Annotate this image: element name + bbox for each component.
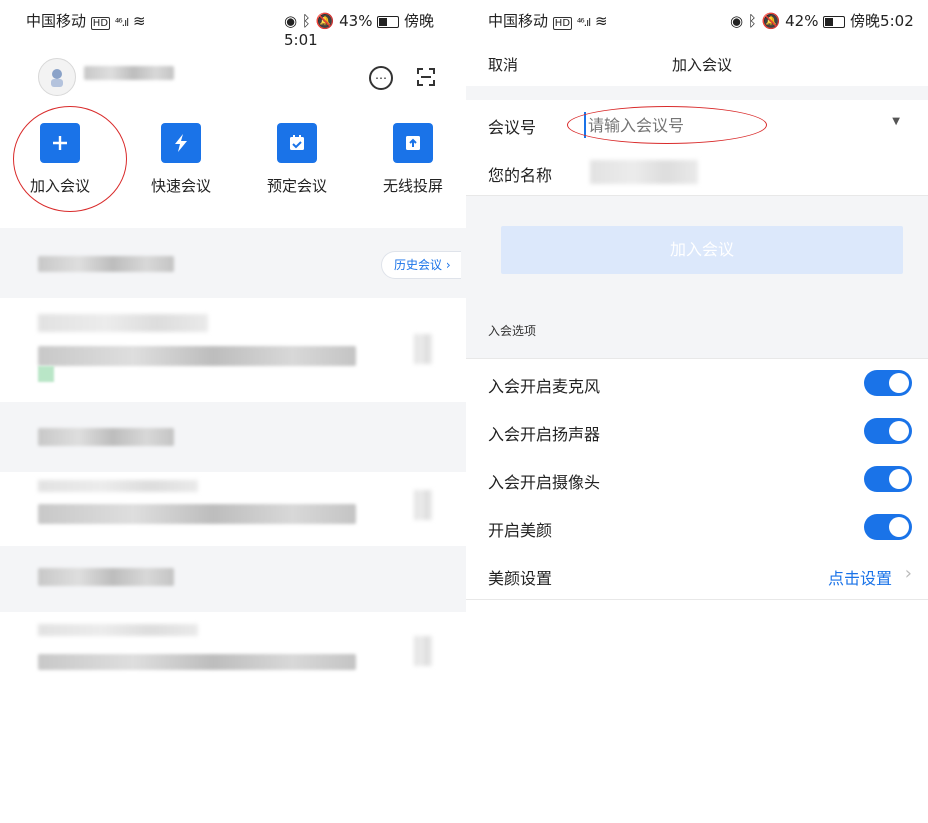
bluetooth-icon: ᛒ [301,12,311,30]
status-bar-right: ◉ ᛒ 🔕 42% 傍晚5:02 [730,10,914,31]
battery-icon [377,15,400,28]
meeting-item-3-icon-blurred [414,636,432,666]
name-value-blurred[interactable] [590,160,698,184]
signal-text: ⁴⁶.ıl [114,16,129,29]
join-meeting-button-label: 加入会议 [669,240,734,259]
eye-icon: ◉ [284,12,298,30]
meeting-id-label: 会议号 [488,118,537,137]
scan-icon[interactable] [416,67,436,87]
join-meeting-screen: 中国移动 HD ⁴⁶.ıl ≋ ◉ ᛒ 🔕 42% 傍晚5:02 取消 加入会议… [466,0,928,823]
beauty-settings-link[interactable]: 点击设置 [828,565,892,589]
clock-text: 傍晚5:02 [850,12,914,30]
signal-text: ⁴⁶.ıl [576,16,591,29]
meeting-item-1-title-blurred [38,314,208,332]
option-microphone: 入会开启麦克风 [466,359,928,408]
page-title: 加入会议 [671,56,732,74]
option-beauty: 开启美颜 [466,503,928,552]
meeting-item-1-detail-blurred [38,346,356,366]
home-screen: 中国移动 HD ⁴⁶.ıl ≋ ◉ ᛒ 🔕 43% 傍晚5:01 ⋯ 加入会议 … [0,0,466,823]
schedule-meeting-label: 预定会议 [266,177,327,195]
eye-icon: ◉ [730,12,744,30]
quick-meeting-action[interactable]: 快速会议 [137,123,225,196]
status-bar-left: 中国移动 HD ⁴⁶.ıl ≋ [488,12,608,30]
history-meetings-label: 历史会议 › [394,258,451,272]
option-beauty-label: 开启美颜 [488,521,553,540]
meeting-group-3-date-blurred [38,568,174,586]
meeting-group-2-date-blurred [38,428,174,446]
dropdown-triangle-icon[interactable]: ▼ [892,116,900,127]
camera-toggle[interactable] [864,466,912,492]
chevron-right-icon: › [904,563,912,584]
name-row: 您的名称 [466,148,928,196]
carrier-text: 中国移动 [488,12,549,30]
option-camera-label: 入会开启摄像头 [488,473,601,492]
wifi-icon: ≋ [133,12,146,30]
status-bar-left: 中国移动 HD ⁴⁶.ıl ≋ [26,12,146,30]
bluetooth-icon: ᛒ [747,12,757,30]
carrier-text: 中国移动 [26,12,87,30]
battery-icon [823,15,846,28]
username-blurred [84,66,174,80]
mute-icon: 🔕 [761,12,781,30]
meeting-item-2-time-blurred [38,480,198,492]
history-meetings-button[interactable]: 历史会议 › [381,251,461,279]
wifi-icon: ≋ [595,12,608,30]
option-speaker: 入会开启扬声器 [466,407,928,456]
annotation-circle-join [13,106,127,212]
status-bar-right: ◉ ᛒ 🔕 43% 傍晚5:01 [284,10,466,49]
annotation-circle-meeting-id [567,106,767,144]
beauty-settings-row[interactable]: 美颜设置 点击设置 › [466,551,928,600]
navigation-bar: 取消 加入会议 [466,44,928,86]
screen-cast-label: 无线投屏 [382,177,443,195]
meeting-item-1-icon-blurred [414,334,432,364]
option-speaker-label: 入会开启扬声器 [488,425,601,444]
join-meeting-button[interactable]: 加入会议 [501,226,903,274]
microphone-toggle[interactable] [864,370,912,396]
meeting-item-2-detail-blurred [38,504,356,524]
option-camera: 入会开启摄像头 [466,455,928,504]
chat-icon[interactable]: ⋯ [369,66,393,90]
beauty-toggle[interactable] [864,514,912,540]
section-gap [466,86,928,100]
meeting-item-3-detail-blurred [38,654,356,670]
meeting-date-blurred [38,256,174,272]
avatar-icon [51,69,63,87]
battery-percent: 42% [785,12,819,30]
options-header: 入会选项 [466,308,928,359]
mute-icon: 🔕 [315,12,335,30]
options-header-label: 入会选项 [488,324,537,338]
calendar-check-icon [277,123,317,163]
speaker-toggle[interactable] [864,418,912,444]
beauty-settings-label: 美颜设置 [488,569,553,588]
screen-cast-action[interactable]: 无线投屏 [369,123,457,196]
lightning-icon [161,123,201,163]
schedule-meeting-action[interactable]: 预定会议 [253,123,341,196]
screen-cast-icon [393,123,433,163]
name-label: 您的名称 [488,166,553,185]
option-microphone-label: 入会开启麦克风 [488,377,601,396]
battery-percent: 43% [339,12,373,30]
meeting-item-1-badge-blurred [38,366,54,382]
quick-meeting-label: 快速会议 [150,177,211,195]
avatar[interactable] [38,58,76,96]
meeting-item-2-icon-blurred [414,490,432,520]
meeting-item-3-time-blurred [38,624,198,636]
